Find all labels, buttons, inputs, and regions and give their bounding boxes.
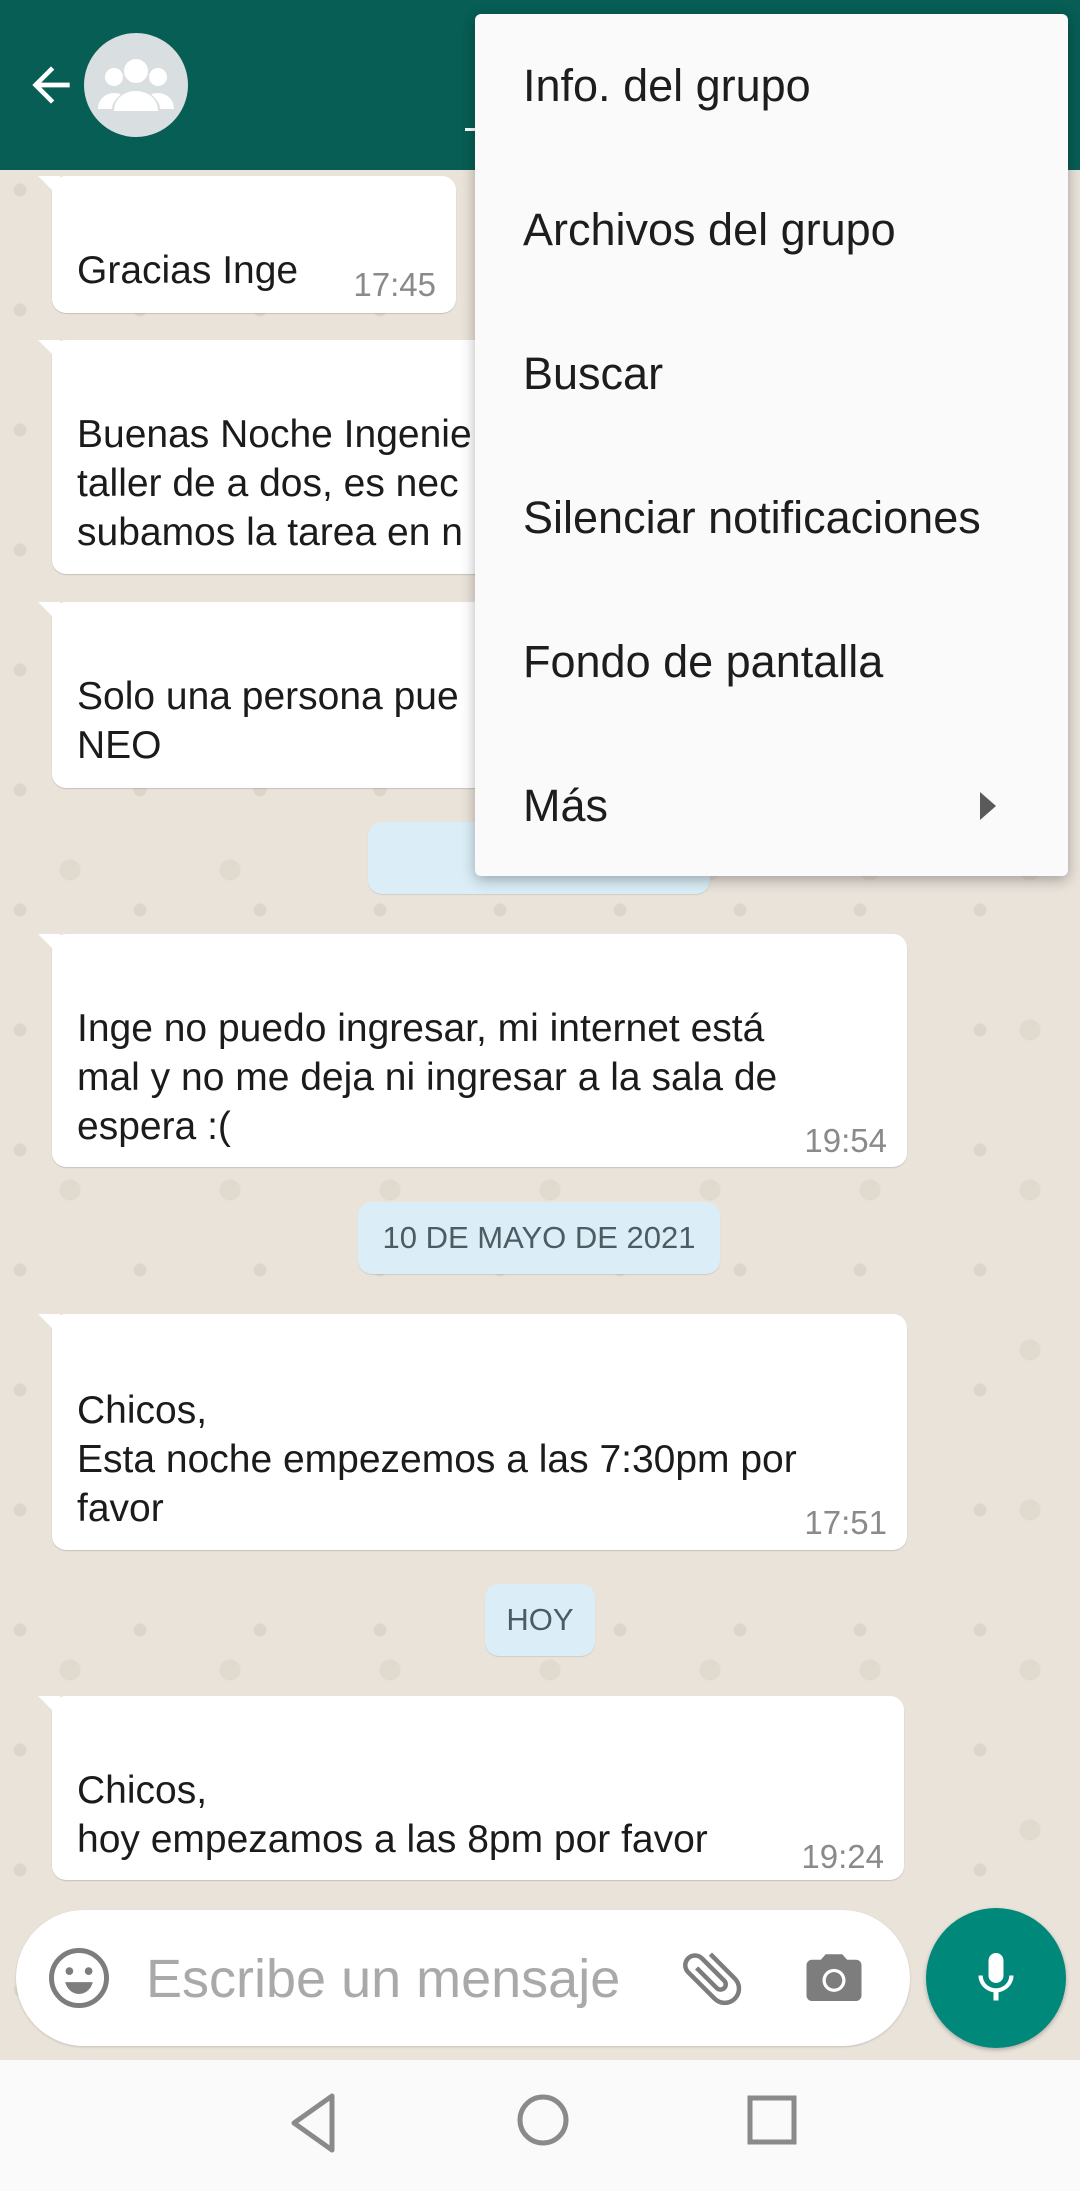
date-chip: HOY — [485, 1584, 595, 1656]
menu-item-label: Fondo de pantalla — [523, 636, 884, 687]
group-avatar[interactable] — [84, 33, 188, 137]
message-text: Inge no puedo ingresar, mi internet está… — [77, 1007, 778, 1148]
nav-back-button[interactable] — [284, 2088, 344, 2158]
message-bubble[interactable]: Inge no puedo ingresar, mi internet está… — [38, 934, 907, 1167]
emoji-icon — [49, 1948, 109, 2008]
bubble-tail — [38, 340, 60, 362]
menu-item-group-info[interactable]: Info. del grupo — [475, 14, 1068, 158]
message-text: Solo una persona pue NEO — [77, 675, 459, 767]
message-input[interactable] — [144, 1938, 678, 2020]
menu-item-label: Silenciar notificaciones — [523, 492, 981, 543]
group-icon — [98, 59, 174, 111]
menu-item-mute-notifications[interactable]: Silenciar notificaciones — [475, 446, 1068, 590]
menu-item-more[interactable]: Más — [475, 734, 1068, 878]
nav-home-button[interactable] — [513, 2090, 573, 2150]
menu-item-search[interactable]: Buscar — [475, 302, 1068, 446]
menu-item-label: Buscar — [523, 348, 664, 399]
date-chip: 10 DE MAYO DE 2021 — [358, 1202, 720, 1274]
message-bubble[interactable]: Chicos, hoy empezamos a las 8pm por favo… — [38, 1696, 904, 1880]
message-composer — [16, 1910, 910, 2046]
message-time: 19:24 — [801, 1838, 884, 1875]
bubble-tail — [38, 1314, 60, 1336]
bubble-tail — [38, 602, 60, 624]
message-text: Buenas Noche Ingenie taller de a dos, es… — [77, 413, 472, 554]
nav-recents-icon — [747, 2095, 797, 2145]
nav-home-icon — [517, 2094, 569, 2146]
system-navigation-bar — [0, 2060, 1080, 2191]
camera-button[interactable] — [801, 1946, 867, 2012]
message-bubble[interactable]: Buenas Noche Ingenie taller de a dos, es… — [38, 340, 502, 574]
nav-back-icon — [291, 2093, 335, 2153]
chevron-right-icon — [980, 792, 996, 820]
message-text: Gracias Inge — [77, 249, 299, 292]
bubble-tail — [38, 176, 60, 198]
menu-item-label: Info. del grupo — [523, 60, 811, 111]
camera-icon — [806, 1954, 862, 2001]
menu-item-group-files[interactable]: Archivos del grupo — [475, 158, 1068, 302]
arrow-left-icon — [32, 66, 70, 104]
attach-button[interactable] — [676, 1942, 748, 2014]
message-time: 17:45 — [353, 266, 436, 303]
message-text: Chicos, hoy empezamos a las 8pm por favo… — [77, 1769, 708, 1861]
paperclip-icon — [683, 1952, 742, 2006]
emoji-button[interactable] — [46, 1945, 112, 2011]
voice-message-button[interactable] — [926, 1908, 1066, 2048]
message-time: 17:51 — [804, 1504, 887, 1541]
menu-item-wallpaper[interactable]: Fondo de pantalla — [475, 590, 1068, 734]
message-bubble[interactable]: Gracias Inge 17:45 — [38, 176, 456, 313]
message-text: Chicos, Esta noche empezemos a las 7:30p… — [77, 1389, 797, 1530]
microphone-icon — [978, 1953, 1014, 2001]
back-button[interactable] — [16, 50, 86, 120]
bubble-tail — [38, 1696, 60, 1718]
message-time: 19:54 — [804, 1122, 887, 1159]
message-bubble[interactable]: Solo una persona pue NEO — [38, 602, 502, 788]
menu-item-label: Más — [523, 780, 609, 831]
nav-recents-button[interactable] — [744, 2092, 800, 2148]
menu-item-label: Archivos del grupo — [523, 204, 896, 255]
message-bubble[interactable]: Chicos, Esta noche empezemos a las 7:30p… — [38, 1314, 907, 1550]
overflow-menu: Info. del grupo Archivos del grupo Busca… — [475, 14, 1068, 876]
bubble-tail — [38, 934, 60, 956]
